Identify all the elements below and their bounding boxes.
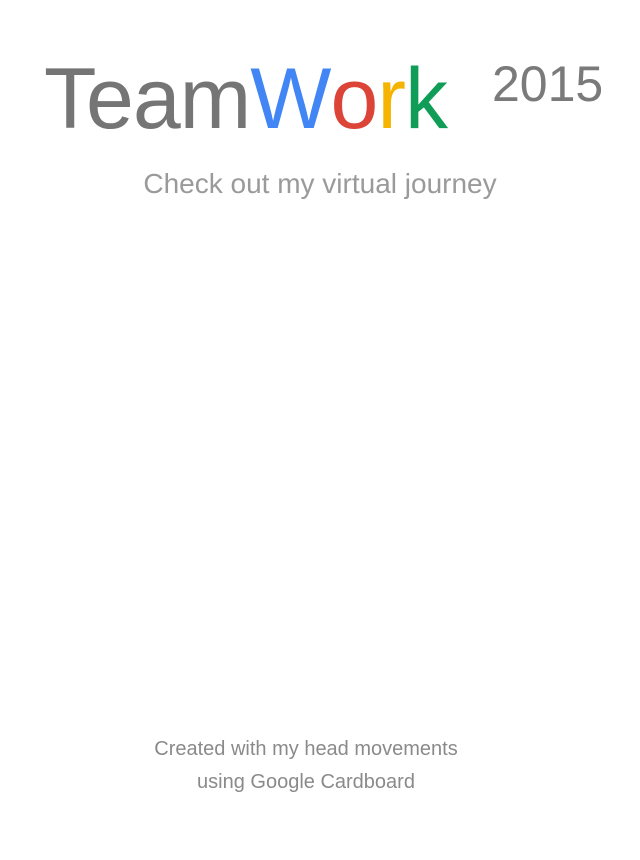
footer-line-2: using Google Cardboard	[197, 771, 415, 793]
app-title: TeamWork	[44, 44, 448, 154]
title-year: 2015	[492, 56, 604, 112]
title-team: Team	[44, 51, 251, 147]
footer-line-1: Created with my head movements	[154, 738, 458, 760]
title-letter-r: r	[377, 51, 406, 147]
footer: Created with my head movements using Goo…	[0, 733, 612, 799]
title-letter-k: k	[404, 51, 448, 147]
title-letter-o: o	[330, 51, 378, 147]
subtitle: Check out my virtual journey	[143, 168, 497, 199]
title-letter-w: W	[250, 51, 331, 147]
